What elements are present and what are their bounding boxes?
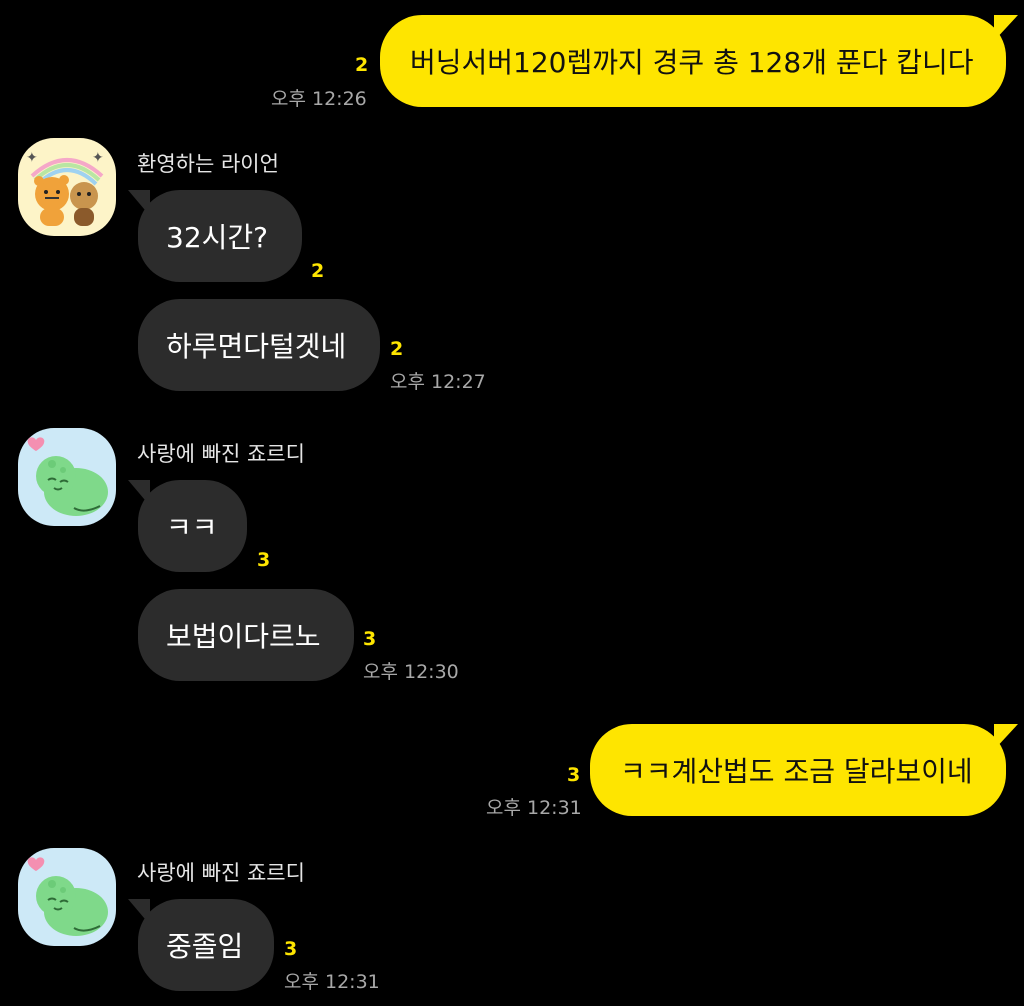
bubble-tail [994,15,1018,41]
unread-count: 3 [363,628,377,650]
jordy-character-icon[interactable] [18,428,116,526]
unread-count: 3 [567,764,581,786]
other-message-bubble[interactable]: 하루면다털겟네 [138,299,380,391]
jordy-character-icon[interactable] [18,848,116,946]
message-timestamp: 오후 12:31 [486,797,582,819]
other-message-bubble[interactable]: 보법이다르노 [138,589,354,681]
message-text: 하루면다털겟네 [166,330,347,363]
message-timestamp: 오후 12:26 [271,88,367,110]
other-message-bubble[interactable]: 32시간? [128,190,302,282]
other-message-bubble[interactable]: ㅋㅋ [128,480,247,572]
sender-name: 사랑에 빠진 죠르디 [137,861,305,885]
other-message-bubble[interactable]: 중졸임 [128,899,274,991]
bubble-tail [128,480,150,506]
message-text: 버닝서버120렙까지 경쿠 총 128개 푼다 캅니다 [410,46,974,79]
unread-count: 2 [390,338,404,360]
unread-count: 3 [284,938,298,960]
message-text: 보법이다르노 [166,620,321,653]
message-text: 32시간? [166,221,269,254]
chat-area[interactable]: 버닝서버120렙까지 경쿠 총 128개 푼다 캅니다 2 오후 12:26 ✦… [0,0,1024,1006]
svg-text:✦: ✦ [26,150,38,166]
unread-count: 3 [257,549,271,571]
bubble-tail [128,190,150,216]
sender-name: 사랑에 빠진 죠르디 [137,442,305,466]
unread-count: 2 [355,54,369,76]
ryan-character-icon[interactable]: ✦ ✦ [18,138,116,236]
unread-count: 2 [311,260,325,282]
bubble-tail [128,899,150,925]
message-timestamp: 오후 12:31 [284,971,380,993]
message-text: ㅋㅋ계산법도 조금 달라보이네 [620,755,973,788]
bubble-tail [994,724,1018,750]
sender-name: 환영하는 라이언 [137,152,279,176]
message-text: ㅋㅋ [166,511,218,544]
message-text: 중졸임 [166,930,244,963]
my-message-bubble[interactable]: 버닝서버120렙까지 경쿠 총 128개 푼다 캅니다 [380,15,1018,107]
svg-text:✦: ✦ [92,150,104,166]
my-message-bubble[interactable]: ㅋㅋ계산법도 조금 달라보이네 [590,724,1018,816]
message-timestamp: 오후 12:30 [363,661,459,683]
message-timestamp: 오후 12:27 [390,371,486,393]
